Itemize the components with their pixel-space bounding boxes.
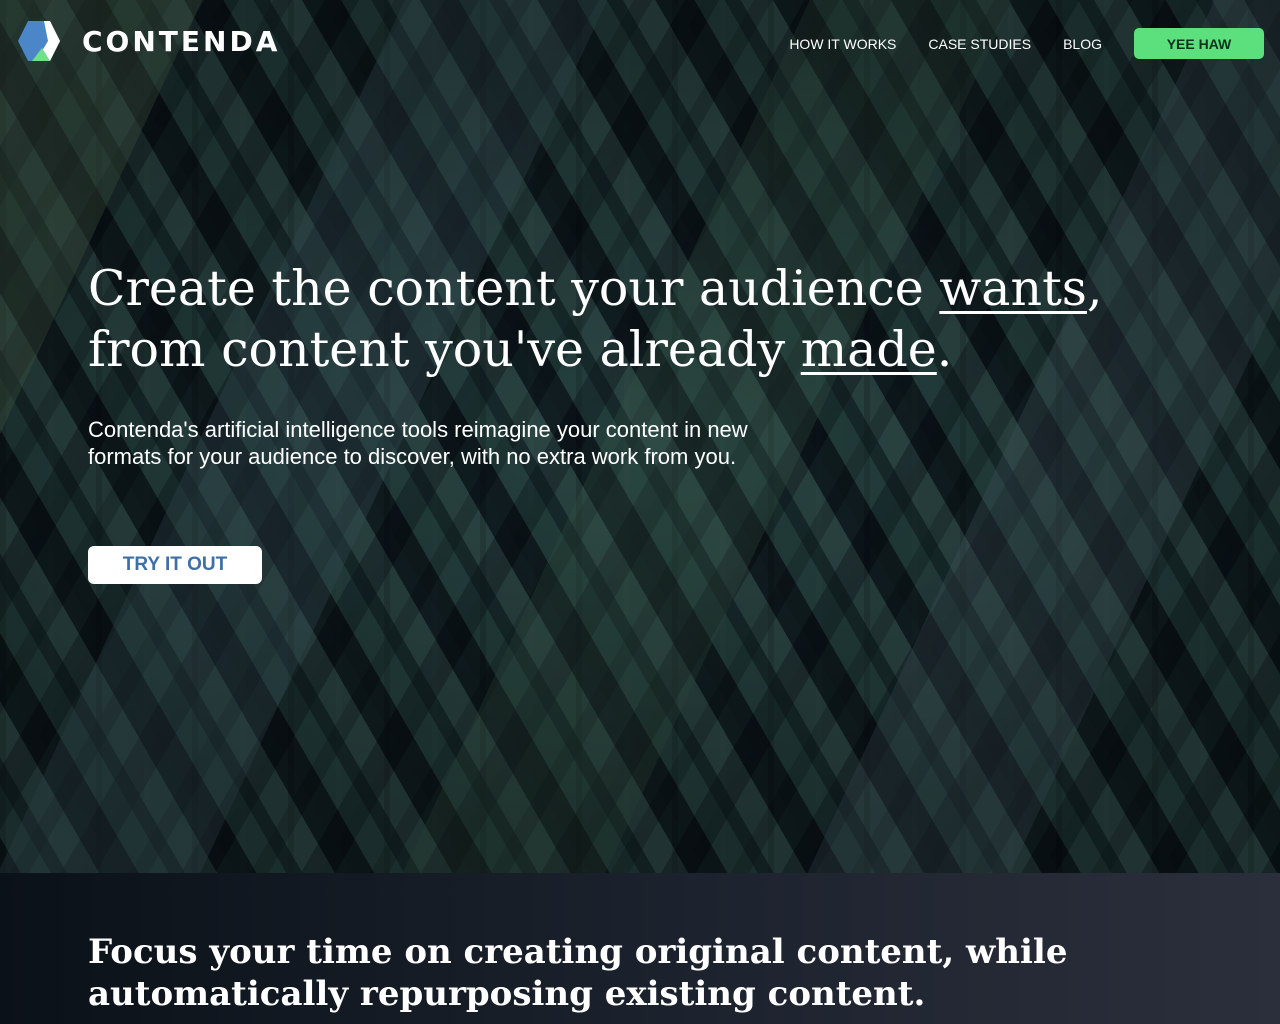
brand-logo[interactable]: CONTENDA	[18, 20, 280, 62]
nav-link-blog[interactable]: BLOG	[1063, 29, 1102, 59]
hero-headline: Create the content your audience wants, f…	[88, 258, 1188, 380]
nav-link-case-studies[interactable]: CASE STUDIES	[928, 29, 1031, 59]
main-menu: HOW IT WORKS CASE STUDIES BLOG YEE HAW	[789, 28, 1264, 59]
headline-comma: ,	[1086, 260, 1103, 317]
yee-haw-button[interactable]: YEE HAW	[1134, 28, 1264, 59]
headline-emphasis-made: made	[800, 321, 937, 378]
headline-emphasis-wants: wants	[939, 260, 1087, 317]
try-it-out-button[interactable]: TRY IT OUT	[88, 546, 262, 584]
headline-period: .	[936, 321, 953, 378]
hero-section: CONTENDA HOW IT WORKS CASE STUDIES BLOG …	[0, 0, 1280, 873]
nav-link-how-it-works[interactable]: HOW IT WORKS	[789, 29, 896, 59]
top-navigation: CONTENDA HOW IT WORKS CASE STUDIES BLOG …	[0, 0, 1280, 84]
headline-text-line2: from content you've already	[88, 321, 801, 378]
brand-name: CONTENDA	[82, 24, 281, 58]
headline-text: Create the content your audience	[88, 260, 940, 317]
contenda-logo-icon	[18, 21, 60, 61]
hero-description: Contenda's artificial intelligence tools…	[88, 417, 748, 469]
feature-band-title: Focus your time on creating original con…	[88, 932, 1068, 1014]
feature-band: Focus your time on creating original con…	[0, 873, 1280, 1024]
